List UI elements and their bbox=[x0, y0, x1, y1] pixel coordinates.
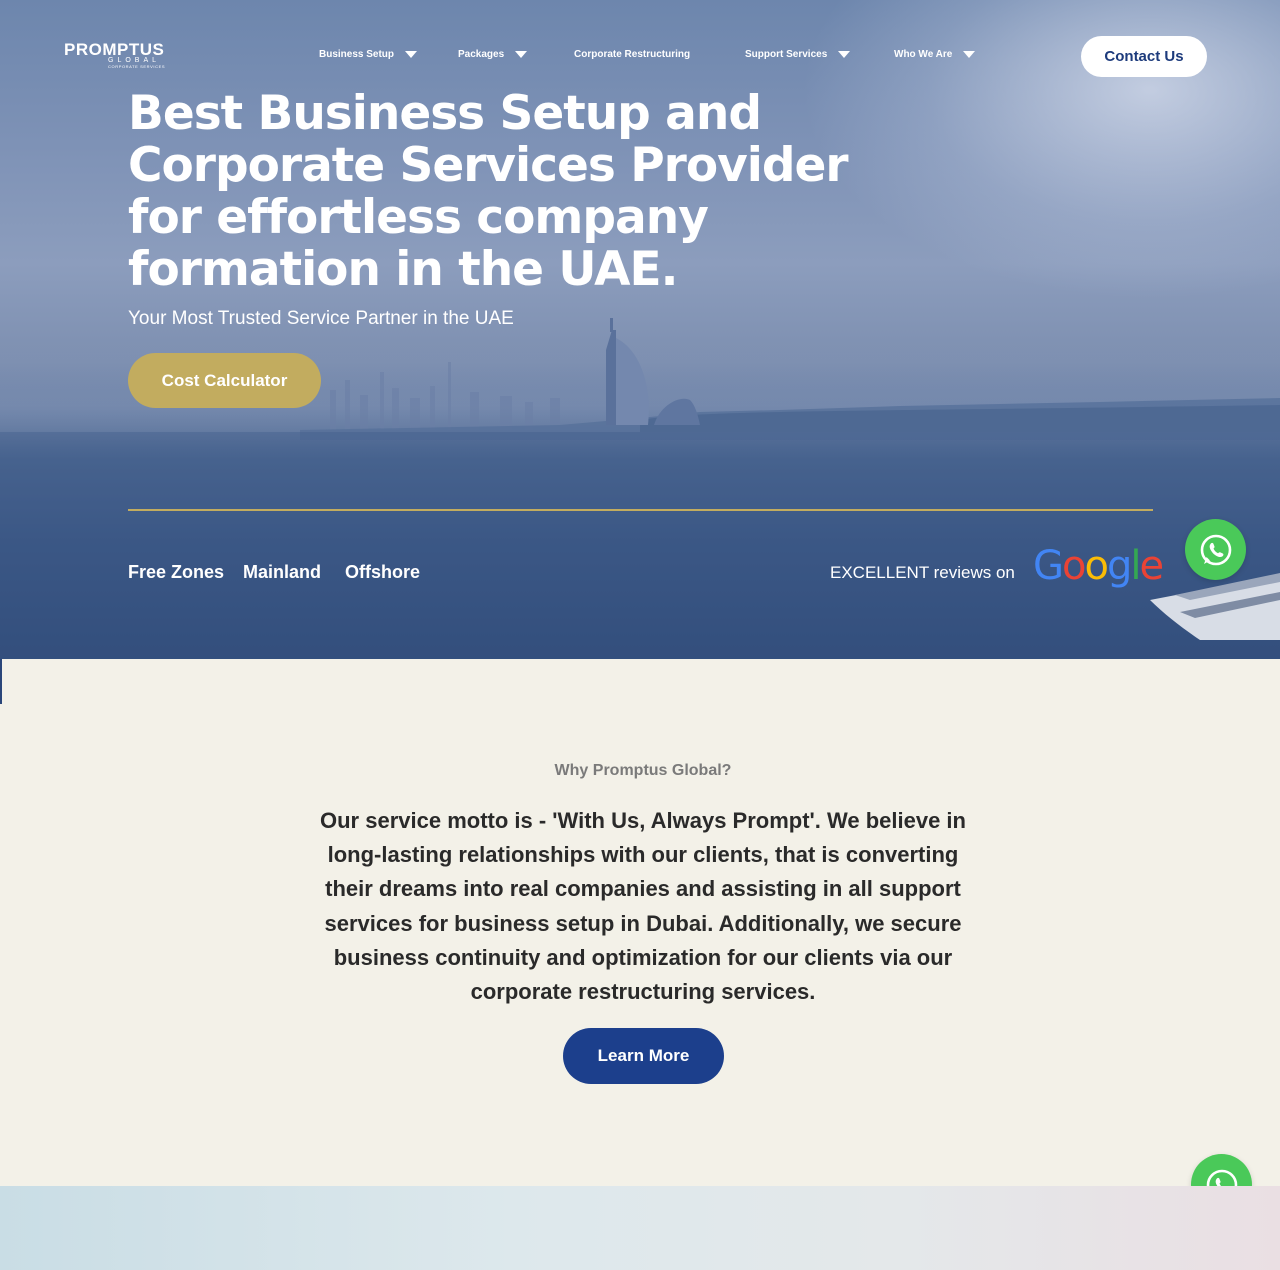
link-offshore[interactable]: Offshore bbox=[345, 562, 420, 583]
link-mainland[interactable]: Mainland bbox=[243, 562, 321, 583]
logo-subtitle: GLOBAL bbox=[108, 57, 161, 64]
nav-packages[interactable]: Packages bbox=[458, 49, 528, 60]
google-logo[interactable]: Google bbox=[1033, 543, 1164, 589]
chevron-down-icon bbox=[405, 51, 418, 58]
link-free-zones[interactable]: Free Zones bbox=[128, 562, 224, 583]
chevron-down-icon bbox=[963, 51, 976, 58]
nav-label: Packages bbox=[458, 49, 505, 60]
why-body: Our service motto is - 'With Us, Always … bbox=[320, 808, 966, 1005]
whatsapp-icon bbox=[1200, 534, 1231, 565]
whatsapp-button[interactable] bbox=[1185, 519, 1246, 580]
logo-tagline: CORPORATE SERVICES bbox=[108, 64, 166, 69]
nav-label: Who We Are bbox=[894, 49, 953, 60]
reviews-text: EXCELLENT reviews on bbox=[830, 563, 1015, 582]
nav-label: Support Services bbox=[745, 49, 828, 60]
nav-corporate-restructuring[interactable]: Corporate Restructuring bbox=[574, 49, 690, 60]
edge-strip bbox=[0, 659, 2, 704]
cost-calculator-button[interactable]: Cost Calculator bbox=[128, 353, 321, 408]
nav-who-we-are[interactable]: Who We Are bbox=[894, 49, 976, 60]
nav-support-services[interactable]: Support Services bbox=[745, 49, 851, 60]
learn-more-button[interactable]: Learn More bbox=[563, 1028, 724, 1084]
nav-label: Business Setup bbox=[319, 49, 395, 60]
contact-us-button[interactable]: Contact Us bbox=[1081, 36, 1207, 77]
nav-label: Corporate Restructuring bbox=[574, 49, 691, 60]
nav-business-setup[interactable]: Business Setup bbox=[319, 49, 418, 60]
promptus-logo[interactable]: PROMPTUS GLOBAL CORPORATE SERVICES bbox=[64, 40, 174, 70]
hero-section: PROMPTUS GLOBAL CORPORATE SERVICES Busin… bbox=[0, 0, 1280, 659]
hero-subtitle: Your Most Trusted Service Partner in the… bbox=[128, 308, 514, 329]
next-section-background bbox=[0, 1186, 1280, 1270]
chevron-down-icon bbox=[515, 51, 528, 58]
hero-divider bbox=[128, 509, 1153, 511]
why-eyebrow: Why Promptus Global? bbox=[554, 762, 732, 779]
chevron-down-icon bbox=[838, 51, 851, 58]
hero-title: Best Business Setup and Corporate Servic… bbox=[128, 86, 849, 297]
